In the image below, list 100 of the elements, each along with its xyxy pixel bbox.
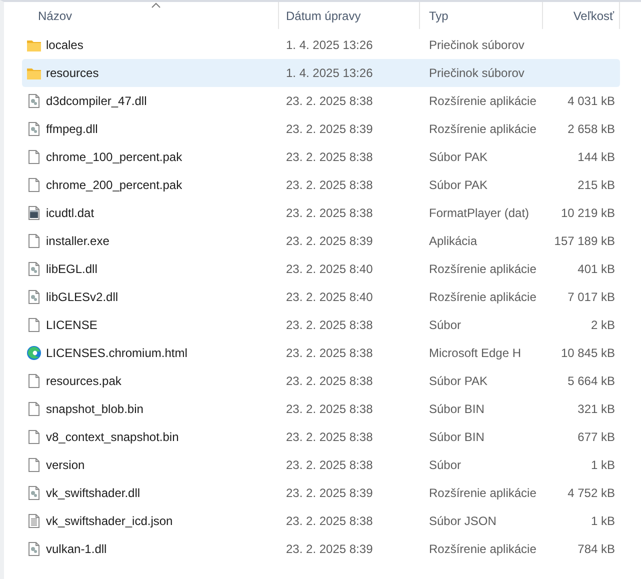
file-size: 2 kB	[590, 318, 615, 332]
text-document-icon	[26, 513, 42, 529]
modified-date: 23. 2. 2025 8:38	[286, 206, 373, 220]
file-size: 321 kB	[578, 402, 615, 416]
file-row[interactable]: snapshot_blob.bin 23. 2. 2025 8:38 Súbor BIN 321 kB	[22, 395, 620, 423]
modified-date: 23. 2. 2025 8:38	[286, 458, 373, 472]
file-size: 677 kB	[578, 430, 615, 444]
file-name: chrome_100_percent.pak	[46, 150, 182, 164]
file-type: Súbor PAK	[429, 150, 488, 164]
file-type: FormatPlayer (dat)	[429, 206, 530, 220]
document-icon	[26, 401, 42, 417]
modified-date: 1. 4. 2025 13:26	[286, 38, 373, 52]
file-size: 2 658 kB	[568, 122, 615, 136]
modified-date: 23. 2. 2025 8:39	[286, 122, 373, 136]
modified-date: 23. 2. 2025 8:39	[286, 234, 373, 248]
document-icon	[26, 429, 42, 445]
file-type: Súbor JSON	[429, 514, 496, 528]
document-icon	[26, 233, 42, 249]
file-name: icudtl.dat	[46, 206, 94, 220]
file-type: Súbor PAK	[429, 374, 488, 388]
document-icon	[26, 457, 42, 473]
file-size: 10 845 kB	[560, 346, 615, 360]
file-row[interactable]: LICENSES.chromium.html 23. 2. 2025 8:38 Microsoft Edge H 10 845 kB	[22, 339, 620, 367]
file-row[interactable]: chrome_200_percent.pak 23. 2. 2025 8:38 Súbor PAK 215 kB	[22, 171, 620, 199]
file-size: 144 kB	[578, 150, 615, 164]
document-icon	[26, 373, 42, 389]
file-row[interactable]: icudtl.dat 23. 2. 2025 8:38 FormatPlayer (dat) 10 219 kB	[22, 199, 620, 227]
modified-date: 23. 2. 2025 8:38	[286, 402, 373, 416]
file-name: ffmpeg.dll	[46, 122, 98, 136]
file-row[interactable]: resources.pak 23. 2. 2025 8:38 Súbor PAK 5 664 kB	[22, 367, 620, 395]
file-name: v8_context_snapshot.bin	[46, 430, 179, 444]
file-size: 784 kB	[578, 542, 615, 556]
file-size: 215 kB	[578, 178, 615, 192]
file-row[interactable]: chrome_100_percent.pak 23. 2. 2025 8:38 Súbor PAK 144 kB	[22, 143, 620, 171]
file-size: 1 kB	[590, 458, 615, 472]
file-size: 157 189 kB	[554, 234, 615, 248]
file-name: snapshot_blob.bin	[46, 402, 144, 416]
document-icon	[26, 317, 42, 333]
modified-date: 23. 2. 2025 8:38	[286, 318, 373, 332]
modified-date: 23. 2. 2025 8:38	[286, 430, 373, 444]
column-header[interactable]: Dátum úpravy	[279, 2, 420, 29]
gear-document-icon	[26, 93, 42, 109]
file-row[interactable]: ffmpeg.dll 23. 2. 2025 8:39 Rozšírenie aplikácie 2 658 kB	[22, 115, 620, 143]
modified-date: 1. 4. 2025 13:26	[286, 66, 373, 80]
gear-document-icon	[26, 289, 42, 305]
document-icon	[26, 149, 42, 165]
file-type: Rozšírenie aplikácie	[429, 262, 536, 276]
file-type: Súbor	[429, 318, 462, 332]
file-type: Priečinok súborov	[429, 38, 524, 52]
file-name: vk_swiftshader_icd.json	[46, 514, 173, 528]
modified-date: 23. 2. 2025 8:38	[286, 346, 373, 360]
file-row[interactable]: vk_swiftshader_icd.json 23. 2. 2025 8:38 Súbor JSON 1 kB	[22, 507, 620, 535]
file-size: 7 017 kB	[568, 290, 615, 304]
file-type: Rozšírenie aplikácie	[429, 542, 536, 556]
column-header[interactable]: Typ	[420, 2, 543, 29]
file-row[interactable]: resources 1. 4. 2025 13:26 Priečinok súborov	[22, 59, 620, 87]
column-header[interactable]: Veľkosť	[543, 2, 620, 29]
file-name: LICENSES.chromium.html	[46, 346, 188, 360]
modified-date: 23. 2. 2025 8:39	[286, 542, 373, 556]
file-row[interactable]: v8_context_snapshot.bin 23. 2. 2025 8:38 Súbor BIN 677 kB	[22, 423, 620, 451]
modified-date: 23. 2. 2025 8:39	[286, 486, 373, 500]
file-row[interactable]: installer.exe 23. 2. 2025 8:39 Aplikácia 157 189 kB	[22, 227, 620, 255]
modified-date: 23. 2. 2025 8:40	[286, 262, 373, 276]
file-row[interactable]: d3dcompiler_47.dll 23. 2. 2025 8:38 Rozšírenie aplikácie 4 031 kB	[22, 87, 620, 115]
file-size: 5 664 kB	[568, 374, 615, 388]
gear-document-icon	[26, 485, 42, 501]
file-type: Rozšírenie aplikácie	[429, 94, 536, 108]
file-name: libEGL.dll	[46, 262, 98, 276]
modified-date: 23. 2. 2025 8:38	[286, 150, 373, 164]
file-size: 4 752 kB	[568, 486, 615, 500]
file-size: 10 219 kB	[560, 206, 615, 220]
file-size: 1 kB	[590, 514, 615, 528]
file-row[interactable]: libEGL.dll 23. 2. 2025 8:40 Rozšírenie aplikácie 401 kB	[22, 255, 620, 283]
file-row[interactable]: vulkan-1.dll 23. 2. 2025 8:39 Rozšírenie aplikácie 784 kB	[22, 535, 620, 563]
sort-ascending-icon	[151, 2, 161, 8]
file-type: Súbor BIN	[429, 402, 484, 416]
column-header[interactable]: Názov	[22, 2, 279, 29]
file-name: libGLESv2.dll	[46, 290, 118, 304]
file-type: Súbor BIN	[429, 430, 484, 444]
modified-date: 23. 2. 2025 8:40	[286, 290, 373, 304]
file-type: Rozšírenie aplikácie	[429, 290, 536, 304]
file-row[interactable]: version 23. 2. 2025 8:38 Súbor 1 kB	[22, 451, 620, 479]
file-name: resources	[46, 66, 99, 80]
modified-date: 23. 2. 2025 8:38	[286, 178, 373, 192]
file-row[interactable]: locales 1. 4. 2025 13:26 Priečinok súborov	[22, 31, 620, 59]
file-row[interactable]: libGLESv2.dll 23. 2. 2025 8:40 Rozšírenie aplikácie 7 017 kB	[22, 283, 620, 311]
file-type: Rozšírenie aplikácie	[429, 122, 536, 136]
media-file-icon	[26, 205, 42, 221]
file-size: 4 031 kB	[568, 94, 615, 108]
file-row[interactable]: LICENSE 23. 2. 2025 8:38 Súbor 2 kB	[22, 311, 620, 339]
file-name: vulkan-1.dll	[46, 542, 107, 556]
file-name: chrome_200_percent.pak	[46, 178, 182, 192]
gear-document-icon	[26, 541, 42, 557]
file-type: Súbor	[429, 458, 462, 472]
file-type: Aplikácia	[429, 234, 478, 248]
file-row[interactable]: vk_swiftshader.dll 23. 2. 2025 8:39 Rozšírenie aplikácie 4 752 kB	[22, 479, 620, 507]
file-type: Priečinok súborov	[429, 66, 524, 80]
file-name: version	[46, 458, 85, 472]
browser-icon	[26, 345, 42, 361]
gear-document-icon	[26, 261, 42, 277]
